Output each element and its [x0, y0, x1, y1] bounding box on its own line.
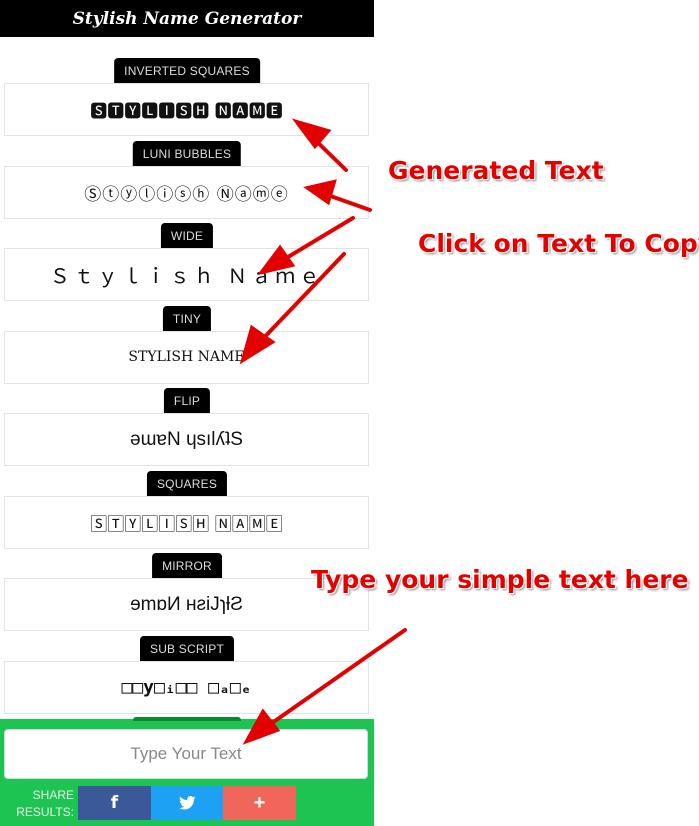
style-list: INVERTED SQUARES 🆂🆃🆈🅻🅸🆂🅷 🅽🅰🅼🅴 LUNI BUBBL… [0, 58, 374, 718]
style-section-flip: FLIP ǝɯɐN ɥsılʎʇS [0, 388, 374, 471]
style-section-luni-bubbles: LUNI BUBBLES Ⓢⓣⓨⓛⓘⓢⓗ Ⓝⓐⓜⓔ [0, 140, 374, 224]
style-label: SQUARES [146, 470, 228, 496]
style-label: LUNI BUBBLES [132, 140, 242, 166]
bottom-bar: SHARE RESULTS: f + [0, 717, 374, 826]
facebook-icon: f [110, 793, 119, 813]
style-section-inverted-squares: INVERTED SQUARES 🆂🆃🆈🅻🅸🆂🅷 🅽🅰🅼🅴 [0, 58, 374, 141]
name-input[interactable] [4, 729, 368, 779]
style-label: WIDE [160, 223, 214, 248]
bottom-bar-tab [133, 717, 241, 721]
style-text-box[interactable]: ǝɯɐN ɥsılʎʇS [4, 413, 369, 466]
style-text-box[interactable]: 🅂🅃🅈🄻🄸🅂🄷 🄽🄰🄼🄴 [4, 495, 369, 549]
style-label: SUB SCRIPT [139, 635, 235, 661]
style-label: FLIP [163, 388, 211, 413]
annotation-generated-text: Generated Text [388, 156, 604, 185]
style-text-box[interactable]: Ⓢⓣⓨⓛⓘⓢⓗ Ⓝⓐⓜⓔ [4, 165, 369, 219]
app-screen: Stylish Name Generator INVERTED SQUARES … [0, 0, 374, 826]
style-label: MIRROR [152, 553, 222, 578]
style-label: INVERTED SQUARES [114, 58, 260, 83]
style-section-squares: SQUARES 🅂🅃🅈🄻🄸🅂🄷 🄽🄰🄼🄴 [0, 470, 374, 554]
style-label: TINY [162, 305, 212, 331]
twitter-icon [179, 796, 196, 810]
annotation-click-to-copy: Click on Text To Copy [418, 229, 699, 258]
more-share-button[interactable]: + [223, 786, 296, 820]
style-section-tiny: TINY STYLISH NAME [0, 305, 374, 389]
twitter-share-button[interactable] [151, 786, 224, 820]
style-text-box[interactable]: STYLISH NAME [4, 330, 369, 384]
share-label: SHARE RESULTS: [16, 788, 74, 819]
style-text-box[interactable]: □□y□ᵢ□□ □ₐ□ₑ [4, 660, 369, 714]
style-text-box[interactable]: Ｓｔｙｌｉｓｈ Ｎａｍｅ [4, 248, 369, 301]
plus-icon: + [253, 791, 266, 814]
app-title: Stylish Name Generator [0, 0, 374, 37]
style-section-sub-script: SUB SCRIPT □□y□ᵢ□□ □ₐ□ₑ [0, 635, 374, 719]
facebook-share-button[interactable]: f [78, 786, 151, 820]
style-section-wide: WIDE Ｓｔｙｌｉｓｈ Ｎａｍｅ [0, 223, 374, 306]
style-text-box[interactable]: 🆂🆃🆈🅻🅸🆂🅷 🅽🅰🅼🅴 [4, 83, 369, 136]
annotation-type-here: Type your simple text here [311, 565, 689, 594]
